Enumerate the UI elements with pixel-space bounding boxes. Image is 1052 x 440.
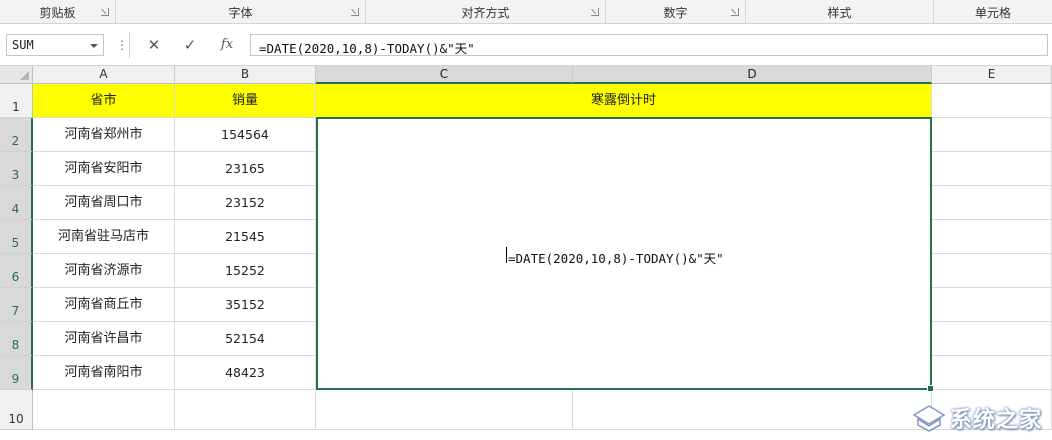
ribbon-group-alignment: 对齐方式 — [366, 0, 606, 24]
cell-c10[interactable] — [316, 390, 573, 430]
cell-e[interactable] — [932, 254, 1052, 288]
row-number: 6 — [11, 270, 20, 284]
text-caret — [506, 247, 507, 263]
cell-e[interactable] — [932, 220, 1052, 254]
row-header-1[interactable]: 1 — [0, 84, 33, 118]
watermark-logo-icon — [912, 403, 946, 433]
formula-input[interactable]: =DATE(2020,10,8)-TODAY()&"天" — [250, 34, 1048, 56]
watermark-text: 系统之家 — [949, 408, 1042, 433]
row-number: 5 — [11, 236, 20, 250]
active-merged-cell-c2[interactable]: =DATE(2020,10,8)-TODAY()&"天" — [316, 117, 932, 390]
ribbon-group-bar: 剪贴板 字体 对齐方式 数字 样式 单元格 — [0, 0, 1052, 24]
column-header-b[interactable]: B — [175, 66, 316, 84]
cell-e[interactable] — [932, 356, 1052, 390]
row-header-3[interactable]: 3 — [0, 152, 33, 186]
row-header-6[interactable]: 6 — [0, 254, 33, 288]
cell-edit-text: =DATE(2020,10,8)-TODAY()&"天" — [508, 251, 724, 266]
cell-city[interactable]: 河南省驻马店市 — [33, 220, 175, 254]
row-header-8[interactable]: 8 — [0, 322, 33, 356]
column-header-d[interactable]: D — [573, 66, 932, 84]
column-header-e[interactable]: E — [932, 66, 1052, 84]
row-number: 2 — [11, 134, 20, 148]
cell-sales[interactable]: 35152 — [175, 288, 316, 322]
ribbon-group-label: 数字 — [663, 6, 688, 20]
fill-handle[interactable] — [927, 385, 934, 392]
ribbon-group-label: 样式 — [827, 6, 852, 20]
formula-text: =DATE(2020,10,8)-TODAY()&"天" — [259, 41, 475, 56]
cell-sales[interactable]: 154564 — [175, 118, 316, 152]
cell-a10[interactable] — [33, 390, 175, 430]
ribbon-group-clipboard: 剪贴板 — [0, 0, 116, 24]
row-number: 3 — [11, 168, 20, 182]
cell-city[interactable]: 河南省南阳市 — [33, 356, 175, 390]
row-number: 1 — [12, 100, 20, 114]
row-number: 9 — [11, 372, 20, 386]
row-number: 10 — [8, 412, 24, 426]
cell-c1-merged[interactable]: 寒露倒计时 — [316, 84, 932, 118]
row-header-9[interactable]: 9 — [0, 356, 33, 390]
cell-sales[interactable]: 23165 — [175, 152, 316, 186]
row-number: 4 — [11, 202, 20, 216]
cell-e[interactable] — [932, 118, 1052, 152]
ribbon-group-label: 对齐方式 — [461, 6, 510, 20]
row-header-7[interactable]: 7 — [0, 288, 33, 322]
insert-function-icon[interactable]: fx — [214, 32, 240, 58]
cell-city[interactable]: 河南省商丘市 — [33, 288, 175, 322]
ribbon-group-font: 字体 — [116, 0, 366, 24]
cell-city[interactable]: 河南省周口市 — [33, 186, 175, 220]
cell-e[interactable] — [932, 152, 1052, 186]
row-header-4[interactable]: 4 — [0, 186, 33, 220]
more-options-icon[interactable]: ⋮ — [116, 34, 128, 56]
cell-city[interactable]: 河南省许昌市 — [33, 322, 175, 356]
cell-sales[interactable]: 21545 — [175, 220, 316, 254]
ribbon-group-styles: 样式 — [746, 0, 934, 24]
row-header-10[interactable]: 10 — [0, 390, 33, 430]
cell-sales[interactable]: 15252 — [175, 254, 316, 288]
cell-city[interactable]: 河南省安阳市 — [33, 152, 175, 186]
ribbon-group-label: 单元格 — [974, 6, 1011, 20]
cell-city[interactable]: 河南省济源市 — [33, 254, 175, 288]
ribbon-group-cells: 单元格 — [934, 0, 1052, 24]
cell-e[interactable] — [932, 186, 1052, 220]
dialog-launcher-icon[interactable] — [731, 8, 739, 16]
cell-city[interactable]: 河南省郑州市 — [33, 118, 175, 152]
cell-b10[interactable] — [175, 390, 316, 430]
ribbon-group-number: 数字 — [606, 0, 746, 24]
enter-icon[interactable]: ✓ — [177, 32, 203, 58]
watermark: 系统之家 — [912, 402, 1042, 434]
name-box-value: SUM — [12, 38, 34, 52]
cell-sales[interactable]: 23152 — [175, 186, 316, 220]
row-header-5[interactable]: 5 — [0, 220, 33, 254]
cell-sales[interactable]: 48423 — [175, 356, 316, 390]
worksheet-grid: A B C D E 1 2 3 4 5 6 7 8 9 10 省市 销量 寒露倒… — [0, 66, 1052, 440]
row-header-2[interactable]: 2 — [0, 118, 33, 152]
cell-a1[interactable]: 省市 — [33, 84, 175, 118]
cell-b1[interactable]: 销量 — [175, 84, 316, 118]
cell-d10[interactable] — [573, 390, 932, 430]
divider — [129, 32, 130, 58]
column-header-a[interactable]: A — [33, 66, 175, 84]
cell-sales[interactable]: 52154 — [175, 322, 316, 356]
row-number: 7 — [11, 304, 20, 318]
column-header-c[interactable]: C — [316, 66, 573, 84]
dialog-launcher-icon[interactable] — [101, 8, 109, 16]
chevron-down-icon[interactable] — [90, 44, 98, 48]
cell-e[interactable] — [932, 322, 1052, 356]
cell-e1[interactable] — [932, 84, 1052, 118]
cell-e[interactable] — [932, 288, 1052, 322]
dialog-launcher-icon[interactable] — [351, 8, 359, 16]
cancel-icon[interactable]: ✕ — [141, 32, 167, 58]
name-box[interactable]: SUM — [6, 34, 104, 56]
formula-bar: SUM ⋮ ✕ ✓ fx =DATE(2020,10,8)-TODAY()&"天… — [0, 24, 1052, 66]
select-all-button[interactable] — [0, 66, 33, 84]
row-number: 8 — [11, 338, 20, 352]
ribbon-group-label: 字体 — [228, 6, 253, 20]
ribbon-group-label: 剪贴板 — [39, 6, 76, 20]
dialog-launcher-icon[interactable] — [591, 8, 599, 16]
